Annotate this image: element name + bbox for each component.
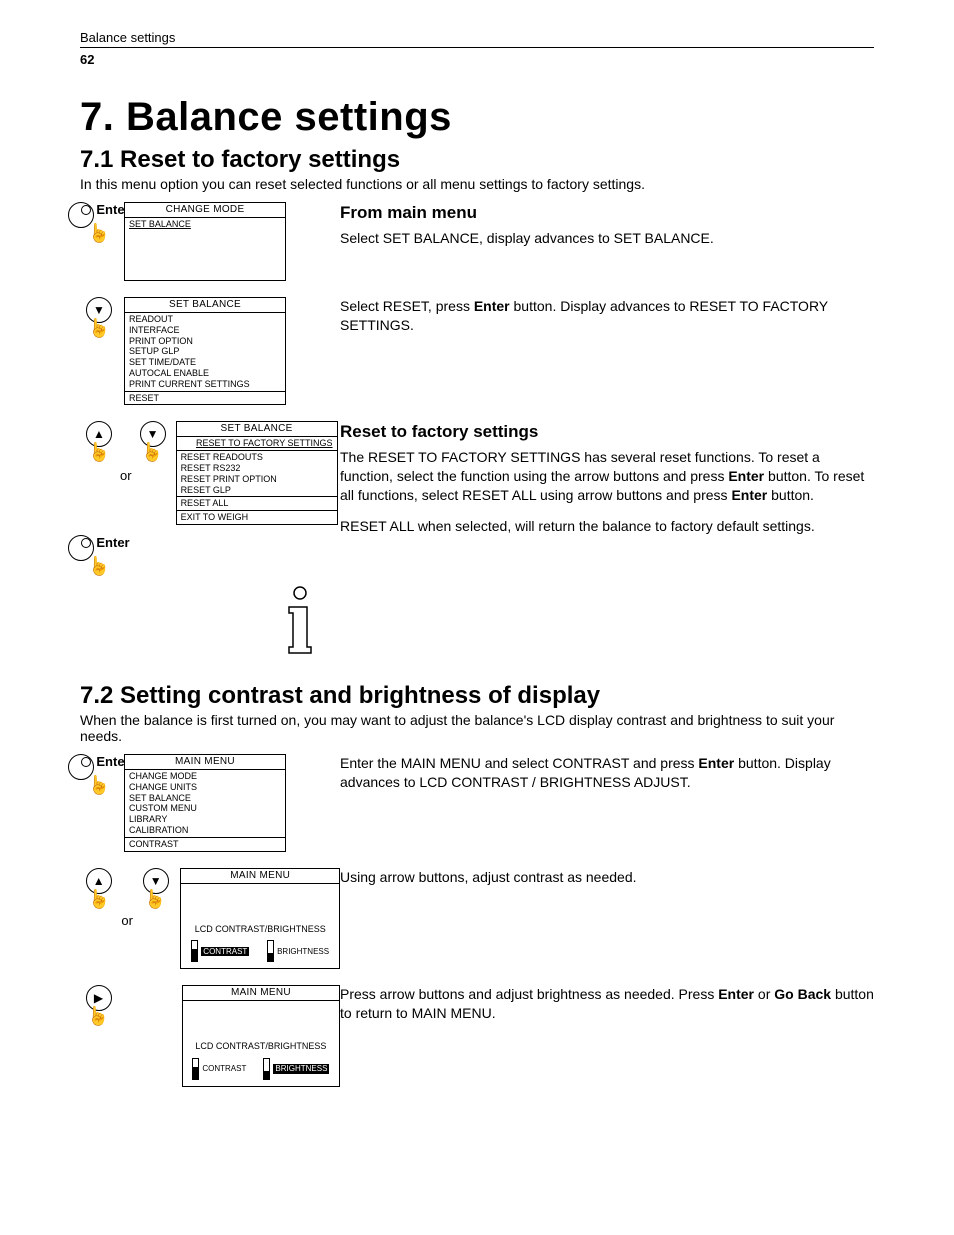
- lcd-line: RESET TO FACTORY SETTINGS: [181, 438, 333, 449]
- hand-icon: ☝: [88, 776, 110, 794]
- lcd-line: SET BALANCE: [129, 219, 281, 230]
- step-7-1-1: Enter ☝ CHANGE MODE SET BALANCE From mai…: [80, 202, 874, 281]
- lcd-subhead: LCD CONTRAST/BRIGHTNESS: [183, 1039, 339, 1054]
- lcd-footer: RESET: [125, 391, 285, 405]
- lcd-screen: CHANGE MODE SET BALANCE: [124, 202, 286, 281]
- lcd-line: READOUT: [129, 314, 281, 325]
- lcd-line: RESET GLP: [181, 485, 333, 496]
- section-7-2-intro: When the balance is first turned on, you…: [80, 712, 874, 744]
- section-7-1-intro: In this menu option you can reset select…: [80, 176, 874, 192]
- step-text: RESET ALL when selected, will return the…: [340, 517, 874, 536]
- bold: Enter: [474, 298, 510, 314]
- down-button-icon: ▼ ☝: [80, 297, 118, 337]
- lcd-line: CHANGE UNITS: [129, 782, 281, 793]
- lcd-line: RESET ALL: [181, 498, 333, 509]
- chapter-title: Balance settings: [126, 95, 452, 139]
- step-7-1-2: ▼ ☝ SET BALANCE READOUT INTERFACE PRINT …: [80, 297, 874, 405]
- step-subheading: Reset to factory settings: [340, 421, 874, 444]
- step-7-2-1: Enter ☝ MAIN MENU CHANGE MODE CHANGE UNI…: [80, 754, 874, 852]
- section-7-2-heading: 7.2 Setting contrast and brightness of d…: [80, 682, 874, 710]
- hand-icon: ☝: [144, 890, 166, 908]
- lcd-screen: SET BALANCE RESET TO FACTORY SETTINGS RE…: [176, 421, 338, 525]
- step-text: button.: [767, 487, 814, 503]
- slider-label: BRIGHTNESS: [273, 1064, 329, 1074]
- lcd-screen: MAIN MENU LCD CONTRAST/BRIGHTNESS CONTRA…: [180, 868, 340, 970]
- page-number: 62: [80, 52, 874, 67]
- up-button-icon: ▲ ☝: [80, 421, 118, 461]
- slider-label: CONTRAST: [201, 947, 249, 957]
- right-button-icon: ▶ ☝: [80, 985, 117, 1025]
- lcd-line: LIBRARY: [129, 814, 281, 825]
- lcd-title: CHANGE MODE: [125, 203, 285, 218]
- hand-icon: ☝: [88, 319, 110, 337]
- step-7-1-3: ▲ ☝ or ▼ ☝ SET BALANCE RESET TO FACTORY …: [80, 421, 874, 575]
- or-label: or: [121, 909, 133, 928]
- step-text: Select RESET, press: [340, 298, 474, 314]
- bold: Enter: [731, 487, 767, 503]
- bold: Enter: [698, 755, 734, 771]
- lcd-title: MAIN MENU: [125, 755, 285, 770]
- down-button-icon: ▼ ☝: [134, 421, 172, 461]
- lcd-screen: SET BALANCE READOUT INTERFACE PRINT OPTI…: [124, 297, 286, 405]
- bold: Go Back: [774, 986, 831, 1002]
- lcd-line: CALIBRATION: [129, 825, 281, 836]
- bold: Enter: [718, 986, 754, 1002]
- step-text: Press arrow buttons and adjust brightnes…: [340, 986, 718, 1002]
- lcd-footer: CONTRAST: [125, 837, 285, 851]
- step-subheading: From main menu: [340, 202, 874, 225]
- lcd-title: SET BALANCE: [177, 422, 337, 437]
- up-button-icon: ▲ ☝: [80, 868, 117, 908]
- step-text: Enter the MAIN MENU and select CONTRAST …: [340, 755, 698, 771]
- lcd-line: RESET PRINT OPTION: [181, 474, 333, 485]
- lcd-line: RESET RS232: [181, 463, 333, 474]
- lcd-footer: EXIT TO WEIGH: [177, 510, 337, 524]
- lcd-screen: MAIN MENU CHANGE MODE CHANGE UNITS SET B…: [124, 754, 286, 852]
- enter-button-icon: Enter ☝: [80, 754, 118, 794]
- slider-label: CONTRAST: [202, 1064, 246, 1074]
- lcd-line: SETUP GLP: [129, 346, 281, 357]
- lcd-line: SET BALANCE: [129, 793, 281, 804]
- step-7-2-2: ▲ ☝ or ▼ ☝ MAIN MENU LCD CONTRAST/BRIGHT…: [80, 868, 874, 970]
- hand-icon: ☝: [88, 224, 110, 242]
- or-label: or: [120, 464, 132, 483]
- chapter-heading: 7. Balance settings: [80, 95, 874, 140]
- lcd-subhead: LCD CONTRAST/BRIGHTNESS: [181, 922, 339, 937]
- bold: Enter: [728, 468, 764, 484]
- hand-icon: ☝: [88, 890, 110, 908]
- step-text: Select SET BALANCE, display advances to …: [340, 229, 874, 248]
- info-icon-row: [80, 585, 874, 658]
- lcd-line: INTERFACE: [129, 325, 281, 336]
- section-7-1-heading: 7.1 Reset to factory settings: [80, 146, 874, 174]
- lcd-title: MAIN MENU: [181, 869, 339, 884]
- lcd-line: CUSTOM MENU: [129, 803, 281, 814]
- lcd-line: SET TIME/DATE: [129, 357, 281, 368]
- step-text: Using arrow buttons, adjust contrast as …: [340, 868, 874, 887]
- hand-icon: ☝: [88, 443, 110, 461]
- hand-icon: ☝: [87, 1007, 109, 1025]
- slider-label: BRIGHTNESS: [277, 947, 329, 957]
- lcd-screen: MAIN MENU LCD CONTRAST/BRIGHTNESS CONTRA…: [182, 985, 340, 1087]
- lcd-line: PRINT CURRENT SETTINGS: [129, 379, 281, 390]
- info-icon: [260, 585, 340, 658]
- hand-icon: ☝: [141, 443, 163, 461]
- down-button-icon: ▼ ☝: [137, 868, 174, 908]
- lcd-line: PRINT OPTION: [129, 336, 281, 347]
- lcd-line: AUTOCAL ENABLE: [129, 368, 281, 379]
- running-header: Balance settings: [80, 30, 874, 48]
- step-text: or: [754, 986, 774, 1002]
- hand-icon: ☝: [88, 557, 110, 575]
- lcd-title: SET BALANCE: [125, 298, 285, 313]
- lcd-line: RESET READOUTS: [181, 452, 333, 463]
- enter-button-icon: Enter ☝: [80, 535, 118, 575]
- enter-label: Enter: [96, 535, 129, 550]
- lcd-line: CHANGE MODE: [129, 771, 281, 782]
- step-7-2-3: ▶ ☝ MAIN MENU LCD CONTRAST/BRIGHTNESS CO…: [80, 985, 874, 1087]
- enter-button-icon: Enter ☝: [80, 202, 118, 242]
- lcd-title: MAIN MENU: [183, 986, 339, 1001]
- chapter-number: 7.: [80, 95, 114, 139]
